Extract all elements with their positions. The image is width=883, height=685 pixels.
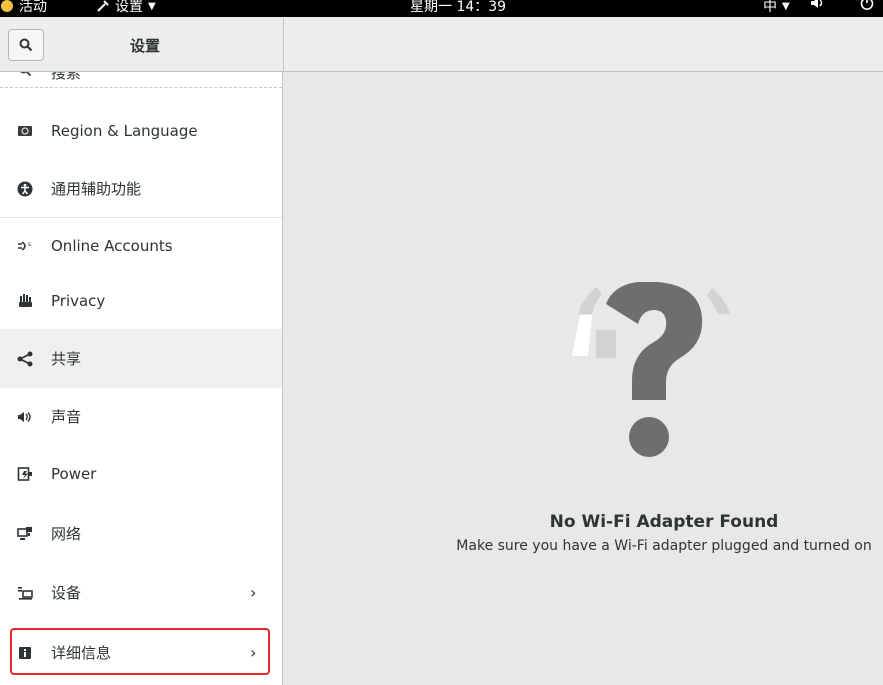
- sidebar-item-sound[interactable]: 声音: [0, 388, 282, 445]
- devices-icon: [17, 585, 33, 601]
- settings-sidebar[interactable]: 搜索 Region & Language 通用辅助功能 s Online Acc…: [0, 72, 283, 685]
- sidebar-item-label: Online Accounts: [51, 236, 173, 255]
- top-bar: 活动 设置 ▼ 星期一 14：39 中 ▼: [0, 0, 883, 17]
- sidebar-item-network[interactable]: 网络: [0, 505, 282, 562]
- activities-button[interactable]: 活动: [0, 0, 47, 16]
- sidebar-item-devices[interactable]: 设备 ›: [0, 564, 282, 621]
- sidebar-item-label: Privacy: [51, 291, 106, 310]
- app-menu-arrow-icon: ▼: [148, 0, 156, 12]
- empty-state-subtitle: Make sure you have a Wi-Fi adapter plugg…: [456, 538, 872, 554]
- search-icon: [19, 38, 33, 52]
- network-icon: [17, 526, 33, 542]
- header-bar: 设置: [0, 17, 883, 72]
- question-mark-icon: [572, 282, 730, 457]
- sidebar-item-label: 搜索: [51, 72, 82, 82]
- clock-label: 星期一 14：39: [410, 0, 507, 15]
- sidebar-item-details[interactable]: 详细信息 ›: [0, 624, 282, 681]
- sidebar-item-accessibility[interactable]: 通用辅助功能: [0, 160, 282, 217]
- sidebar-item-search[interactable]: 搜索: [0, 72, 282, 86]
- input-method-menu[interactable]: 中 ▼: [763, 0, 790, 16]
- online-accounts-icon: s: [17, 238, 33, 254]
- sidebar-item-privacy[interactable]: Privacy: [0, 272, 282, 329]
- input-method-label: 中: [763, 0, 777, 15]
- sidebar-item-label: Region & Language: [51, 121, 198, 140]
- share-icon: [17, 351, 33, 367]
- activities-label: 活动: [19, 0, 47, 15]
- power-menu-icon[interactable]: [860, 0, 874, 10]
- power-battery-icon: [17, 466, 33, 482]
- app-menu-label: 设置: [115, 0, 143, 15]
- sound-icon: [17, 409, 33, 425]
- svg-text:s: s: [28, 241, 31, 248]
- search-button[interactable]: [8, 29, 44, 61]
- sidebar-item-label: 详细信息: [51, 644, 112, 662]
- clock[interactable]: 星期一 14：39: [410, 0, 506, 16]
- sidebar-divider: [0, 87, 282, 88]
- app-menu[interactable]: 设置 ▼: [96, 0, 156, 16]
- settings-tools-icon: [97, 0, 109, 12]
- sidebar-item-sharing[interactable]: 共享: [0, 329, 282, 388]
- sidebar-item-label: 共享: [51, 350, 82, 368]
- sidebar-item-label: 网络: [51, 525, 82, 543]
- header-title: 设置: [129, 37, 160, 55]
- empty-state-title: No Wi-Fi Adapter Found: [549, 512, 779, 532]
- sidebar-item-online-accounts[interactable]: s Online Accounts: [0, 217, 282, 274]
- privacy-hand-icon: [17, 293, 33, 309]
- volume-icon[interactable]: [810, 0, 826, 10]
- accessibility-icon: [17, 181, 33, 197]
- sidebar-item-label: 设备: [51, 584, 82, 602]
- sidebar-item-label: 声音: [51, 408, 82, 426]
- details-info-icon: [17, 645, 33, 661]
- chevron-right-icon: ›: [250, 643, 257, 662]
- chevron-right-icon: ›: [250, 583, 257, 602]
- header-divider: [283, 17, 284, 72]
- sidebar-item-label: 通用辅助功能: [51, 180, 142, 198]
- sidebar-item-region-language[interactable]: Region & Language: [0, 102, 282, 159]
- sidebar-item-power[interactable]: Power: [0, 445, 282, 502]
- input-method-arrow-icon: ▼: [782, 0, 790, 12]
- region-language-icon: [17, 123, 33, 139]
- search-icon: [17, 72, 33, 78]
- wifi-panel: No Wi-Fi Adapter Found Make sure you hav…: [284, 72, 883, 685]
- sidebar-item-label: Power: [51, 464, 97, 483]
- activities-icon: [1, 0, 13, 12]
